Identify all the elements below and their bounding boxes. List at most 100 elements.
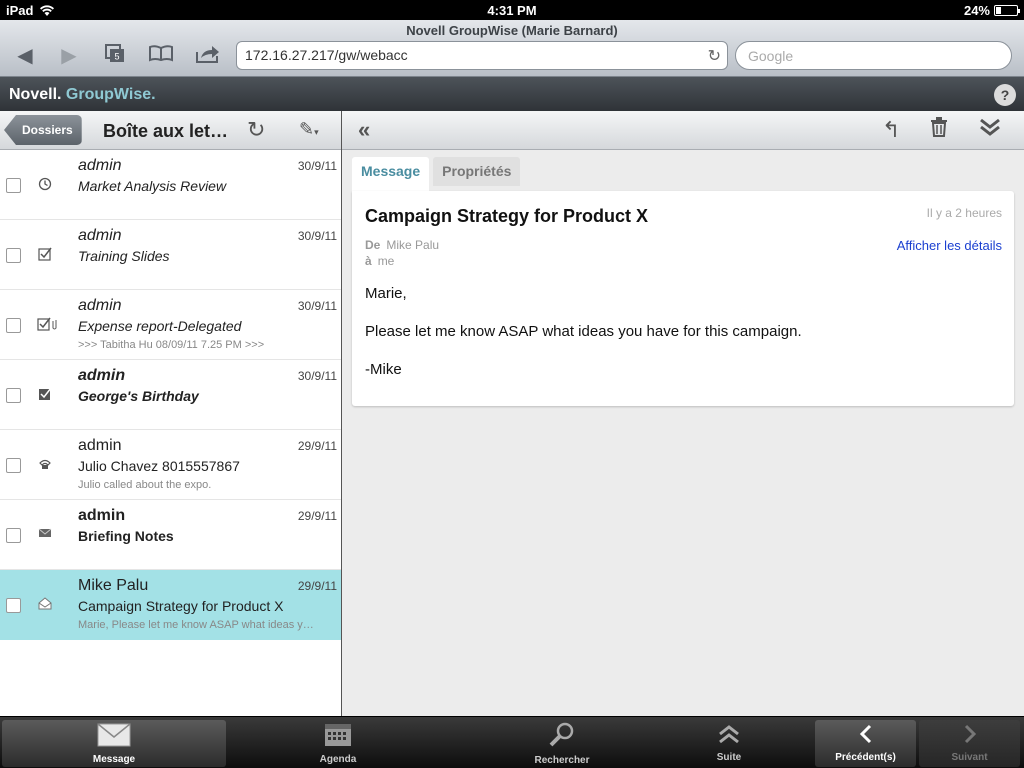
tabbar-message[interactable]: Message bbox=[2, 720, 226, 767]
open-envelope-icon bbox=[37, 597, 53, 613]
message-subject: Market Analysis Review bbox=[78, 178, 227, 194]
message-list: admin Market Analysis Review 30/9/11 admin T… bbox=[0, 150, 341, 716]
message-preview: Marie, Please let me know ASAP what idea… bbox=[78, 619, 314, 631]
reply-icon[interactable]: ↰ bbox=[882, 117, 900, 143]
message-subject: Campaign Strategy for Product X bbox=[78, 598, 284, 614]
body-line: Marie, bbox=[365, 285, 407, 302]
folder-title: Boîte aux let… bbox=[103, 121, 229, 141]
tab-properties[interactable]: Propriétés bbox=[433, 157, 521, 186]
message-time: Il y a 2 heures bbox=[926, 206, 1002, 220]
phone-icon bbox=[37, 457, 53, 474]
list-item[interactable]: admin Training Slides 30/9/11 bbox=[0, 220, 341, 290]
message-date: 30/9/11 bbox=[297, 229, 337, 243]
message-date: 29/9/11 bbox=[297, 509, 337, 523]
tabbar-previous[interactable]: Précédent(s) bbox=[815, 720, 916, 767]
folders-back-button[interactable]: Dossiers bbox=[4, 115, 82, 145]
compose-icon[interactable]: ✎▾ bbox=[299, 119, 319, 140]
chevron-left-icon bbox=[815, 720, 916, 752]
tab-message[interactable]: Message bbox=[352, 157, 430, 191]
message-date: 30/9/11 bbox=[297, 369, 337, 383]
envelope-icon bbox=[37, 527, 53, 542]
message-subject: Training Slides bbox=[78, 248, 170, 264]
message-preview: Julio called about the expo. bbox=[78, 479, 212, 491]
clock: 4:31 PM bbox=[487, 3, 537, 18]
tabbar-next[interactable]: Suivant bbox=[919, 720, 1020, 767]
double-chevron-down-icon[interactable] bbox=[978, 117, 1002, 143]
battery-percent: 24% bbox=[963, 3, 990, 18]
message-date: 29/9/11 bbox=[297, 439, 337, 453]
select-checkbox[interactable] bbox=[6, 388, 21, 403]
message-card: Campaign Strategy for Product X Il y a 2… bbox=[352, 191, 1014, 406]
pages-icon: 5 bbox=[105, 44, 124, 62]
envelope-icon bbox=[2, 720, 226, 754]
message-subject: George's Birthday bbox=[78, 388, 199, 404]
browser-title: Novell GroupWise (Marie Barnard) bbox=[406, 23, 618, 38]
reload-icon[interactable]: ↻ bbox=[708, 46, 721, 66]
select-checkbox[interactable] bbox=[6, 458, 21, 473]
trash-icon[interactable] bbox=[930, 117, 948, 143]
select-checkbox[interactable] bbox=[6, 318, 21, 333]
message-subject: Julio Chavez 8015557867 bbox=[78, 458, 240, 474]
message-to: à me bbox=[365, 254, 395, 268]
list-item[interactable]: admin Market Analysis Review 30/9/11 bbox=[0, 150, 341, 220]
collapse-double-left-icon[interactable]: « bbox=[358, 117, 370, 143]
search-input[interactable]: Google bbox=[735, 41, 1012, 70]
message-sender: Mike Palu bbox=[78, 577, 149, 594]
tabs-button[interactable]: 5 bbox=[100, 44, 130, 68]
list-item[interactable]: admin Briefing Notes 29/9/11 bbox=[0, 500, 341, 570]
message-date: 29/9/11 bbox=[297, 579, 337, 593]
message-subject: Expense report-Delegated bbox=[78, 318, 242, 334]
list-item[interactable]: Mike Palu Campaign Strategy for Product X… bbox=[0, 570, 341, 640]
list-item[interactable]: admin Julio Chavez 8015557867 Julio called… bbox=[0, 430, 341, 500]
reading-pane: Message Propriétés Campaign Strategy for… bbox=[342, 150, 1024, 716]
refresh-icon[interactable]: ↻ bbox=[247, 117, 265, 143]
address-bar[interactable]: 172.16.27.217/gw/webacc ↻ bbox=[236, 41, 728, 70]
chevron-right-icon bbox=[919, 720, 1020, 752]
app-header: Novell. GroupWise. ? bbox=[0, 77, 1024, 111]
message-date: 30/9/11 bbox=[297, 299, 337, 313]
battery-icon bbox=[994, 5, 1020, 16]
task-done-icon bbox=[37, 387, 53, 404]
share-icon[interactable] bbox=[193, 44, 223, 68]
message-sender: admin bbox=[78, 227, 122, 244]
detail-tabs: Message Propriétés bbox=[352, 157, 521, 191]
bottom-tab-bar: Message Agenda Rechercher Suite Précéden… bbox=[0, 716, 1024, 768]
show-details-link[interactable]: Afficher les détails bbox=[897, 238, 1002, 253]
message-subject: Campaign Strategy for Product X bbox=[365, 206, 649, 226]
body-line: Please let me know ASAP what ideas you h… bbox=[365, 323, 802, 340]
search-placeholder: Google bbox=[748, 48, 794, 64]
select-checkbox[interactable] bbox=[6, 598, 21, 613]
clock-icon bbox=[37, 177, 53, 194]
task-check-icon bbox=[37, 247, 53, 264]
message-subject: Briefing Notes bbox=[78, 528, 174, 544]
back-arrow-icon[interactable]: ◀ bbox=[10, 44, 40, 68]
brand-logo: Novell. GroupWise. bbox=[9, 86, 156, 103]
bookmarks-book-icon[interactable] bbox=[146, 44, 176, 68]
message-body: Marie, Please let me know ASAP what idea… bbox=[365, 285, 802, 399]
list-item[interactable]: admin George's Birthday 30/9/11 bbox=[0, 360, 341, 430]
message-toolbar: « ↰ bbox=[342, 111, 1024, 150]
list-item[interactable]: admin Expense report-Delegated >>> Tabitha… bbox=[0, 290, 341, 360]
message-from: De Mike Palu bbox=[365, 238, 440, 252]
magnifier-icon bbox=[450, 720, 674, 755]
help-icon[interactable]: ? bbox=[994, 84, 1016, 106]
select-checkbox[interactable] bbox=[6, 178, 21, 193]
message-date: 30/9/11 bbox=[297, 159, 337, 173]
body-line: -Mike bbox=[365, 361, 402, 378]
tabbar-agenda[interactable]: Agenda bbox=[226, 720, 450, 767]
url-text: 172.16.27.217/gw/webacc bbox=[245, 47, 408, 63]
message-preview: >>> Tabitha Hu 08/09/11 7.25 PM >>> bbox=[78, 339, 265, 351]
calendar-icon bbox=[226, 720, 450, 754]
select-checkbox[interactable] bbox=[6, 248, 21, 263]
message-sender: admin bbox=[78, 367, 126, 384]
message-sender: admin bbox=[78, 507, 126, 524]
tabbar-search[interactable]: Rechercher bbox=[450, 720, 674, 767]
message-sender: admin bbox=[78, 437, 122, 454]
task-attachment-icon bbox=[37, 317, 57, 334]
svg-text:5: 5 bbox=[114, 52, 119, 62]
forward-arrow-icon[interactable]: ▶ bbox=[54, 44, 84, 68]
select-checkbox[interactable] bbox=[6, 528, 21, 543]
status-bar: iPad 4:31 PM 24% bbox=[0, 0, 1024, 20]
double-chevron-up-icon bbox=[674, 720, 784, 752]
tabbar-more[interactable]: Suite bbox=[674, 720, 784, 767]
